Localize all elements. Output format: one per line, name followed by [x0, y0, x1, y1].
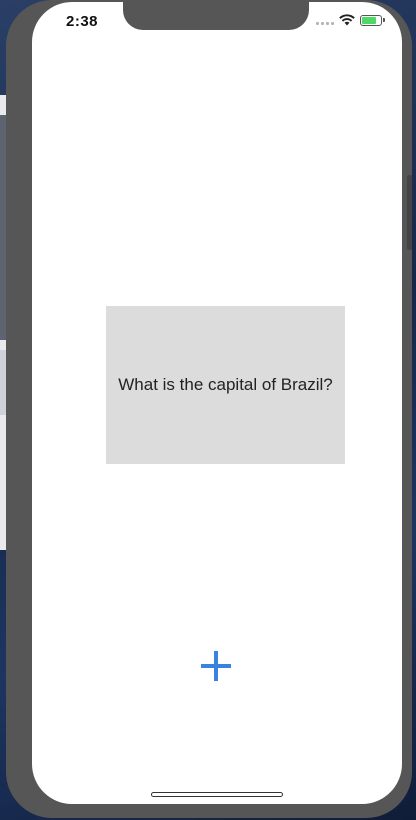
- notch: [123, 2, 309, 30]
- wifi-icon: [339, 14, 355, 26]
- plus-icon: [201, 651, 231, 681]
- flashcard-question: What is the capital of Brazil?: [118, 375, 333, 394]
- simulator-device-frame: 2:38 What is the capital of Brazil?: [6, 0, 412, 818]
- battery-level: [362, 16, 376, 24]
- phone-screen: 2:38 What is the capital of Brazil?: [32, 2, 402, 804]
- flashcard[interactable]: What is the capital of Brazil?: [106, 306, 345, 464]
- desktop-background: 2:38 What is the capital of Brazil?: [0, 0, 416, 820]
- battery-icon: [360, 14, 385, 26]
- side-button: [407, 175, 412, 250]
- add-card-button[interactable]: [200, 650, 232, 682]
- signal-icon: [316, 15, 334, 25]
- home-indicator[interactable]: [151, 792, 283, 797]
- status-time: 2:38: [66, 13, 99, 30]
- status-icons: [316, 14, 385, 26]
